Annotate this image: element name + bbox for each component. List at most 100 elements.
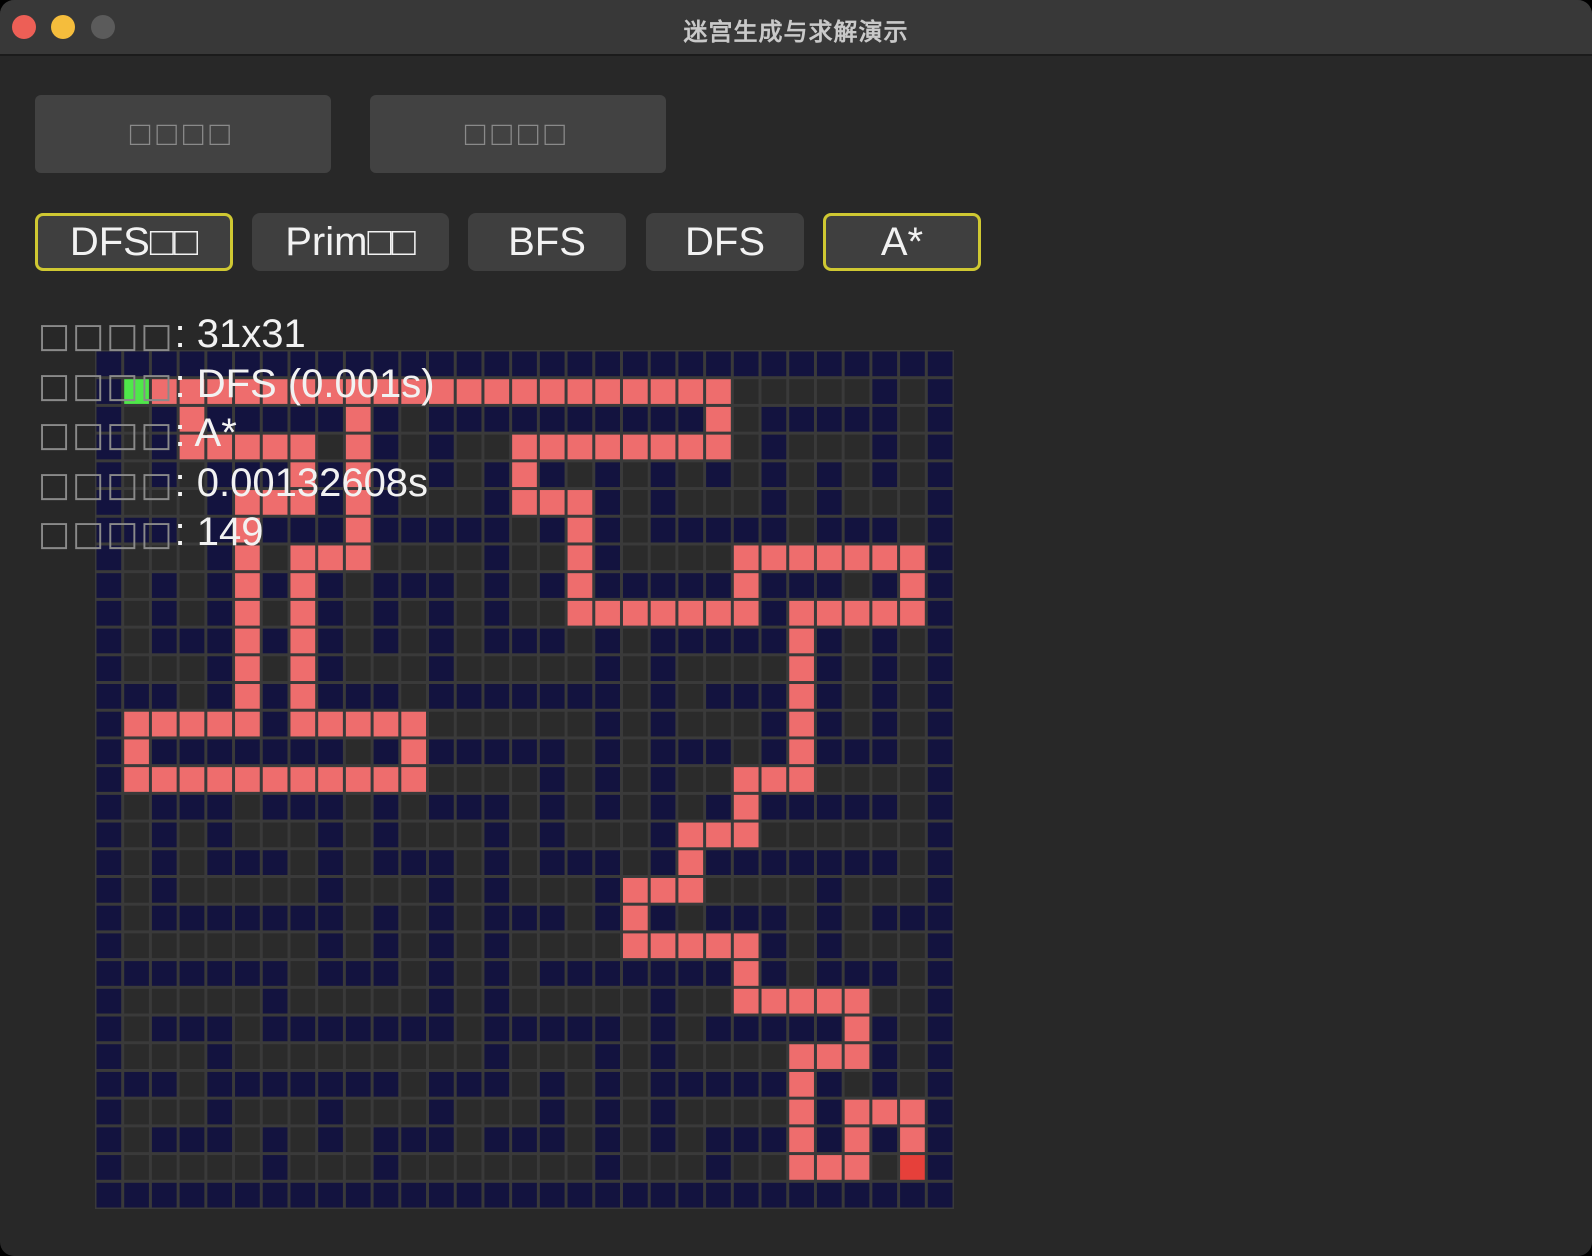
maze-wall-cell [484,490,510,515]
maze-path-cell [290,711,316,737]
maze-path-cell [733,822,759,848]
maze-open-cell [539,988,565,1014]
maze-wall-cell [927,600,953,626]
maze-wall-cell [927,379,953,404]
maze-wall-cell [650,573,676,598]
maze-open-cell [622,1016,648,1042]
bfs-solve-button[interactable]: BFS [468,213,626,271]
maze-path-cell [595,434,620,460]
maze-open-cell [678,1155,704,1180]
maze-wall-cell [844,517,870,543]
maze-wall-cell [318,961,343,986]
maze-open-cell [789,517,814,543]
maze-open-cell [456,850,482,875]
info-generation: □□□□: DFS (0.001s) [38,362,435,407]
maze-wall-cell [706,684,731,709]
prim-generation-button[interactable]: Prim□□ [252,213,449,271]
maze-wall-cell [207,739,233,765]
astar-solve-button[interactable]: A* [823,213,981,271]
maze-wall-cell [706,1182,731,1208]
maze-wall-cell [650,490,676,515]
maze-wall-cell [761,905,787,931]
maze-open-cell [151,933,177,959]
maze-wall-cell [235,961,260,986]
maze-wall-cell [595,905,620,931]
maze-wall-cell [429,933,454,959]
maze-open-cell [512,1071,537,1097]
maze-wall-cell [318,877,343,903]
maze-open-cell [512,794,537,820]
maze-wall-cell [650,988,676,1014]
maze-wall-cell [262,905,288,931]
maze-wall-cell [844,1182,870,1208]
maze-wall-cell [927,1016,953,1042]
maze-path-cell [816,600,842,626]
maze-open-cell [678,490,704,515]
maze-open-cell [401,1155,427,1180]
maze-open-cell [706,877,731,903]
maze-path-cell [844,600,870,626]
maze-wall-cell [872,1127,898,1153]
maze-wall-cell [706,905,731,931]
maze-wall-cell [429,406,454,432]
maze-path-cell [789,628,814,654]
maze-path-cell [318,711,343,737]
maze-wall-cell [539,462,565,488]
maze-path-cell [733,573,759,598]
maze-path-cell [844,1044,870,1069]
maze-wall-cell [872,905,898,931]
maze-open-cell [456,1127,482,1153]
maze-open-cell [678,462,704,488]
maze-open-cell [235,822,260,848]
maze-open-cell [539,545,565,571]
maze-open-cell [900,684,925,709]
maze-wall-cell [816,961,842,986]
maze-wall-cell [456,517,482,543]
maze-open-cell [124,988,149,1014]
generate-maze-button[interactable]: □□□□ [35,95,331,173]
solve-maze-button[interactable]: □□□□ [370,95,666,173]
maze-wall-cell [678,573,704,598]
maze-open-cell [678,794,704,820]
maze-wall-cell [318,573,343,598]
maze-wall-cell [650,1044,676,1069]
maze-open-cell [678,1099,704,1125]
maze-wall-cell [567,1182,593,1208]
maze-wall-cell [761,573,787,598]
maze-open-cell [900,406,925,432]
maze-path-cell [789,600,814,626]
maze-open-cell [401,822,427,848]
maze-open-cell [900,739,925,765]
maze-wall-cell [262,573,288,598]
maze-open-cell [456,877,482,903]
maze-wall-cell [179,1182,205,1208]
maze-open-cell [484,711,510,737]
maze-open-cell [207,1155,233,1180]
maze-wall-cell [262,628,288,654]
maze-wall-cell [262,739,288,765]
info-value: : 0.00132608s [174,461,429,505]
maze-open-cell [124,877,149,903]
maze-wall-cell [484,850,510,875]
maze-wall-cell [373,850,399,875]
maze-path-cell [816,545,842,571]
maze-open-cell [900,822,925,848]
maze-wall-cell [567,351,593,377]
maze-wall-cell [484,351,510,377]
maze-open-cell [124,933,149,959]
dfs-solve-button[interactable]: DFS [646,213,804,271]
maze-open-cell [456,573,482,598]
maze-wall-cell [927,794,953,820]
maze-path-cell [124,739,149,765]
maze-wall-cell [789,406,814,432]
maze-wall-cell [900,905,925,931]
maze-wall-cell [373,1182,399,1208]
maze-open-cell [622,850,648,875]
maze-open-cell [373,988,399,1014]
maze-open-cell [429,822,454,848]
maze-open-cell [373,1044,399,1069]
dfs-generation-button[interactable]: DFS□□ [35,213,233,271]
maze-wall-cell [235,406,260,432]
maze-path-cell [290,684,316,709]
maze-wall-cell [706,850,731,875]
